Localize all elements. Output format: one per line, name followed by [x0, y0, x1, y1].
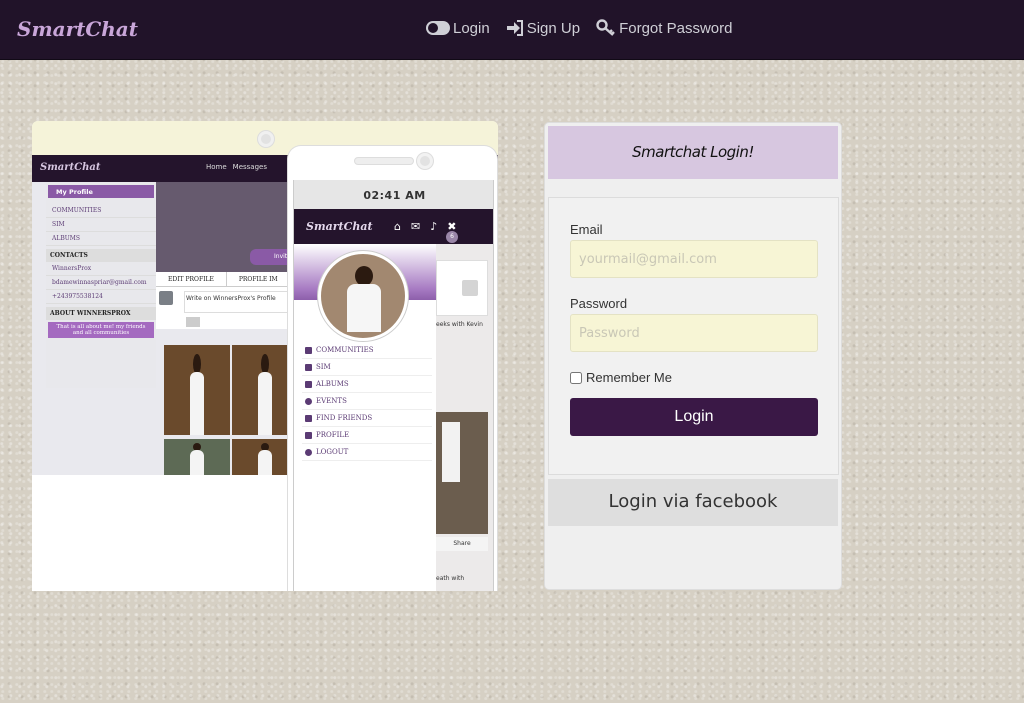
- login-panel: Smartchat Login! Email Password Remember…: [544, 122, 842, 590]
- phone-menu-list: COMMUNITIES SIM ALBUMS EVENTS FIND FRIEN…: [302, 342, 432, 461]
- key-icon: [596, 19, 616, 37]
- phone-feed-text: eath with: [436, 575, 465, 582]
- phone-menu-label: PROFILE: [316, 431, 350, 439]
- comments-icon: [305, 363, 312, 371]
- nav-forgot-label: Forgot Password: [619, 19, 733, 37]
- phone-mockup: 02:41 AM SmartChat ⌂ ✉ ♪ ✖ 6 eeks with K…: [287, 145, 498, 591]
- toggle-icon: [426, 21, 450, 35]
- desktop-nav-links: Home Messages: [206, 163, 267, 171]
- envelope-icon: ✉: [410, 220, 421, 233]
- info-icon: [305, 397, 312, 405]
- phone-menu-item: PROFILE: [302, 427, 432, 444]
- phone-side-menu: COMMUNITIES SIM ALBUMS EVENTS FIND FRIEN…: [294, 244, 436, 591]
- desktop-contact: WinnersProx: [46, 262, 156, 276]
- phone-menu-label: FIND FRIENDS: [316, 414, 373, 422]
- desktop-side-item: ALBUMS: [46, 232, 156, 246]
- login-form: Email Password Remember Me Login: [548, 197, 839, 475]
- phone-nav-icons: ⌂ ✉ ♪ ✖: [394, 220, 456, 233]
- desktop-write-placeholder: Write on WinnersProx's Profile: [186, 295, 276, 302]
- login-button[interactable]: Login: [570, 398, 818, 436]
- phone-share: Share: [436, 537, 488, 551]
- top-navbar: SmartChat Login Sign Up Forgot Password: [0, 0, 1024, 60]
- phone-menu-item: ALBUMS: [302, 376, 432, 393]
- nav-signup-label: Sign Up: [526, 19, 581, 37]
- phone-feed-text: eeks with Kevin: [436, 321, 483, 328]
- photo-thumbnail: [164, 439, 230, 475]
- bell-icon: ♪: [430, 220, 438, 233]
- app-preview-image: SmartChat Home Messages My Profile COMMU…: [32, 121, 498, 591]
- phone-brand: SmartChat: [306, 220, 373, 233]
- desktop-side-item: COMMUNITIES: [46, 204, 156, 218]
- nav-signup-link[interactable]: Sign Up: [506, 19, 580, 37]
- remember-me-checkbox[interactable]: [570, 371, 582, 384]
- users-icon: [305, 346, 312, 354]
- facebook-login-button[interactable]: Login via facebook: [548, 479, 838, 526]
- nav-login-label: Login: [453, 19, 490, 37]
- user-icon: [305, 431, 312, 439]
- nav-login-link[interactable]: Login: [426, 19, 490, 37]
- password-label: Password: [570, 296, 628, 311]
- desktop-nav-home: Home: [206, 163, 227, 171]
- phone-menu-label: COMMUNITIES: [316, 346, 374, 354]
- remember-me-label: Remember Me: [586, 370, 672, 385]
- phone-menu-label: EVENTS: [316, 397, 347, 405]
- phone-menu-item: COMMUNITIES: [302, 342, 432, 359]
- phone-feed: eeks with Kevin Share eath with: [436, 244, 493, 591]
- desktop-nav-messages: Messages: [232, 163, 267, 171]
- user-plus-icon: [305, 414, 312, 422]
- desktop-tab-edit: EDIT PROFILE: [156, 272, 227, 286]
- desktop-contact: bdamewinnaspriar@gmail.com: [46, 276, 156, 290]
- photo-thumbnail: [164, 345, 230, 435]
- notification-badge: 6: [446, 231, 458, 243]
- phone-menu-item: EVENTS: [302, 393, 432, 410]
- image-icon: [305, 380, 312, 388]
- login-title: Smartchat Login!: [548, 126, 838, 179]
- phone-menu-label: SIM: [316, 363, 331, 371]
- desktop-brand: SmartChat: [40, 162, 101, 173]
- desktop-about-text: That is all about me! my friends and all…: [48, 322, 154, 338]
- home-icon: ⌂: [394, 220, 401, 233]
- phone-menu-item: FIND FRIENDS: [302, 410, 432, 427]
- phone-screen: 02:41 AM SmartChat ⌂ ✉ ♪ ✖ 6 eeks with K…: [293, 180, 494, 591]
- desktop-about-title: ABOUT WINNERSPROX: [46, 307, 156, 320]
- desktop-contact: +243975538124: [46, 290, 156, 304]
- phone-menu-item: SIM: [302, 359, 432, 376]
- nav-forgot-link[interactable]: Forgot Password: [596, 19, 732, 37]
- sign-in-icon: [506, 20, 524, 36]
- phone-feed-photo: [436, 412, 488, 534]
- phone-navbar: SmartChat ⌂ ✉ ♪ ✖ 6: [294, 209, 493, 244]
- desktop-tab-profile: PROFILE IM: [227, 272, 291, 286]
- avatar: [159, 291, 173, 305]
- email-label: Email: [570, 222, 603, 237]
- phone-menu-label: ALBUMS: [316, 380, 349, 388]
- phone-speaker: [354, 157, 414, 165]
- avatar: [318, 251, 408, 341]
- brand-logo[interactable]: SmartChat: [17, 17, 138, 41]
- phone-menu-item: LOGOUT: [302, 444, 432, 461]
- phone-status-time: 02:41 AM: [294, 180, 493, 209]
- camera-icon: [258, 131, 274, 147]
- desktop-contacts-title: CONTACTS: [46, 249, 156, 262]
- camera-icon: [417, 153, 433, 169]
- desktop-sidebar: My Profile COMMUNITIES SIM ALBUMS CONTAC…: [46, 182, 156, 388]
- power-icon: [305, 448, 312, 456]
- desktop-side-item: SIM: [46, 218, 156, 232]
- camera-icon: [186, 317, 200, 327]
- check-icon: [462, 280, 478, 296]
- password-field[interactable]: [570, 314, 818, 352]
- nav-links: Login Sign Up Forgot Password: [426, 19, 732, 37]
- phone-menu-label: LOGOUT: [316, 448, 349, 456]
- remember-me[interactable]: Remember Me: [570, 370, 672, 385]
- email-field[interactable]: [570, 240, 818, 278]
- desktop-side-head: My Profile: [48, 185, 154, 198]
